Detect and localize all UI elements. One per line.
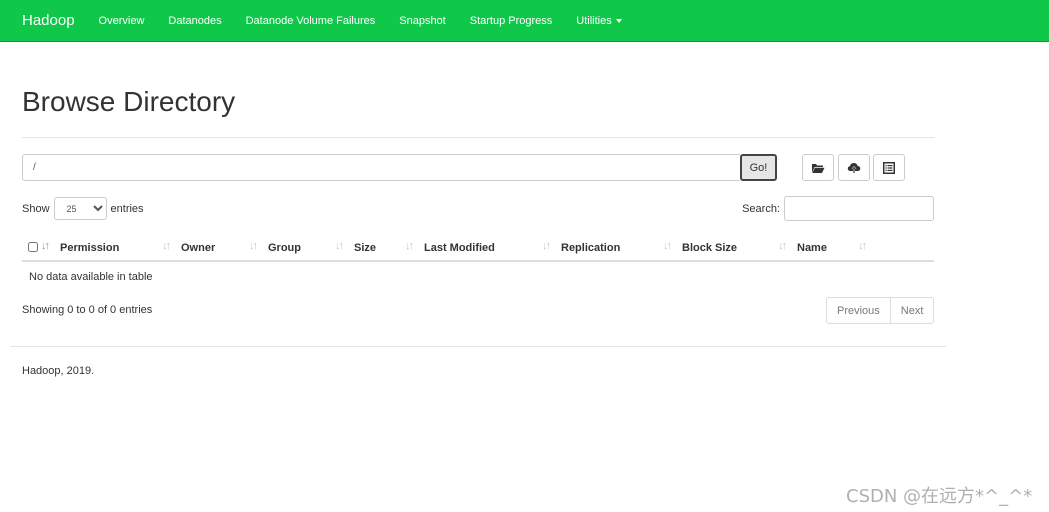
navbar: Hadoop Overview Datanodes Datanode Volum… [0, 0, 1049, 42]
show-label: Show [22, 202, 50, 215]
folder-open-icon [812, 163, 825, 173]
select-all-checkbox[interactable] [28, 241, 38, 252]
column-last-modified[interactable]: Last Modified ↓↑ [418, 232, 555, 262]
column-permission[interactable]: Permission ↓↑ [54, 232, 175, 262]
caret-down-icon [615, 18, 622, 23]
cut-paste-button[interactable] [873, 154, 905, 181]
column-group[interactable]: Group ↓↑ [262, 232, 348, 262]
go-button[interactable]: Go! [740, 154, 777, 181]
column-name-label: Name [797, 242, 827, 254]
watermark: CSDN @在远方*^_^* [846, 486, 1033, 507]
nav-utilities-dropdown[interactable]: Utilities [564, 15, 633, 27]
column-replication-label: Replication [561, 242, 621, 254]
sort-icon: ↓↑ [858, 240, 867, 252]
nav-startup-progress[interactable]: Startup Progress [458, 15, 565, 27]
sort-icon: ↓↑ [778, 240, 787, 252]
upload-files-button[interactable] [838, 154, 870, 181]
search-label: Search: [742, 202, 780, 215]
column-owner[interactable]: Owner ↓↑ [175, 232, 262, 262]
sort-icon: ↓↑ [663, 240, 672, 252]
column-block-size[interactable]: Block Size ↓↑ [676, 232, 791, 262]
column-size[interactable]: Size ↓↑ [348, 232, 418, 262]
table-row: No data available in table [22, 261, 934, 290]
search-input[interactable] [784, 196, 934, 221]
column-size-label: Size [354, 242, 377, 254]
create-directory-button[interactable] [802, 154, 834, 181]
table-header-row: ↓↑ Permission ↓↑ Owner ↓↑ Group ↓↑ Size … [22, 232, 934, 262]
file-table: ↓↑ Permission ↓↑ Owner ↓↑ Group ↓↑ Size … [22, 232, 934, 290]
column-last-modified-label: Last Modified [424, 242, 495, 254]
previous-page-button[interactable]: Previous [827, 298, 891, 323]
sort-icon: ↓↑ [162, 240, 171, 252]
entries-length-control: Show 25 entries [22, 197, 144, 220]
column-replication[interactable]: Replication ↓↑ [555, 232, 676, 262]
directory-path-input[interactable] [22, 154, 740, 181]
sort-icon: ↓↑ [405, 240, 414, 252]
list-alt-icon [883, 161, 895, 174]
table-search: Search: [742, 196, 934, 221]
column-permission-label: Permission [60, 242, 120, 254]
brand-link[interactable]: Hadoop [22, 12, 75, 29]
sort-icon: ↓↑ [335, 240, 344, 252]
nav-datanodes[interactable]: Datanodes [156, 15, 233, 27]
pagination: Previous Next [826, 297, 935, 324]
next-page-button[interactable]: Next [891, 298, 934, 323]
column-group-label: Group [268, 242, 301, 254]
column-block-size-label: Block Size [682, 242, 738, 254]
select-all-header: ↓↑ [22, 232, 54, 262]
entries-per-page-select[interactable]: 25 [53, 197, 107, 220]
table-info: Showing 0 to 0 of 0 entries [22, 304, 153, 316]
nav-overview[interactable]: Overview [87, 15, 157, 27]
title-divider [22, 137, 935, 138]
column-owner-label: Owner [181, 242, 216, 254]
sort-icon[interactable]: ↓↑ [41, 240, 50, 252]
nav-snapshot[interactable]: Snapshot [387, 15, 457, 27]
column-spacer [871, 232, 934, 262]
column-name[interactable]: Name ↓↑ [791, 232, 871, 262]
sort-icon: ↓↑ [249, 240, 258, 252]
cloud-upload-icon [847, 162, 861, 173]
empty-table-message: No data available in table [29, 271, 153, 283]
footer-divider [10, 346, 946, 347]
page-title: Browse Directory [22, 86, 236, 117]
sort-icon: ↓↑ [542, 240, 551, 252]
nav-datanode-volume-failures[interactable]: Datanode Volume Failures [234, 15, 388, 27]
nav-utilities-label: Utilities [576, 14, 612, 27]
entries-label: entries [110, 202, 144, 215]
footer-text: Hadoop, 2019. [22, 365, 95, 377]
